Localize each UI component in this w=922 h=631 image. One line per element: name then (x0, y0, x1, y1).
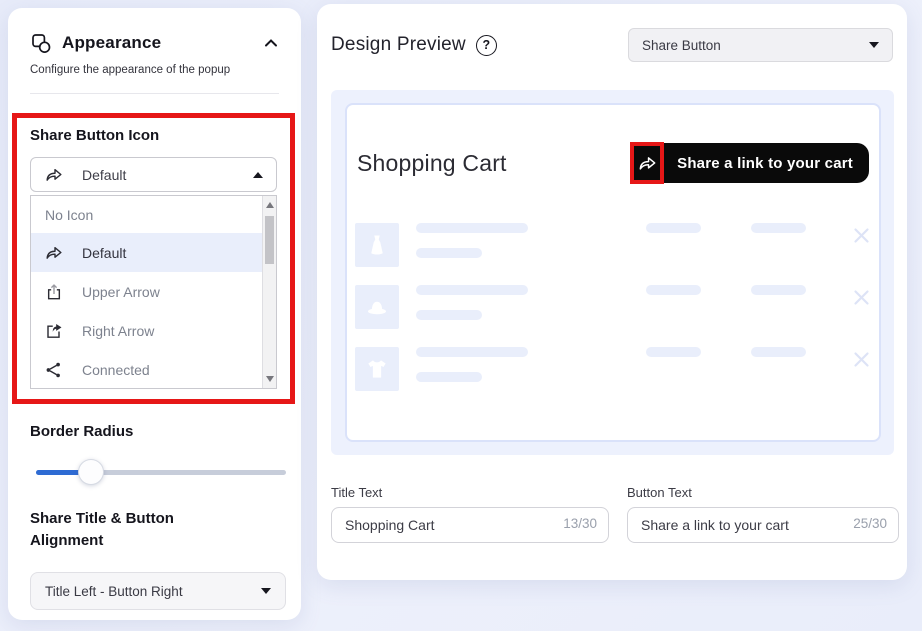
skeleton-sub-bar (416, 248, 482, 258)
option-list-scrollbar[interactable] (262, 196, 276, 388)
icon-option-list: No Icon Default Upper Arrow (30, 195, 277, 389)
share-nodes-icon (44, 360, 66, 380)
share-button-icon-heading: Share Button Icon (30, 127, 277, 144)
divider (30, 93, 279, 94)
panel-subtitle: Configure the appearance of the popup (8, 54, 301, 76)
close-icon (852, 226, 871, 245)
hat-icon (364, 294, 390, 320)
preview-type-value: Share Button (642, 38, 721, 53)
slider-thumb[interactable] (78, 459, 104, 485)
preview-share-button: Share a link to your cart (637, 143, 869, 183)
icon-select-value: Default (82, 167, 126, 183)
dress-icon (364, 232, 390, 258)
option-upper-arrow[interactable]: Upper Arrow (31, 272, 276, 311)
preview-popup-card: Shopping Cart Share a link to your cart (345, 103, 881, 442)
skeleton-qty-bar (751, 223, 806, 233)
skeleton-name-bar (416, 347, 528, 357)
caret-down-icon (869, 42, 879, 48)
alignment-heading: Share Title & Button Alignment (30, 508, 220, 552)
skeleton-price-bar (646, 223, 701, 233)
chevron-up-icon[interactable] (263, 37, 279, 49)
button-text-counter: 25/30 (853, 516, 887, 531)
preview-item-list (355, 223, 871, 409)
option-default[interactable]: Default (31, 233, 276, 272)
title-text-counter: 13/30 (563, 516, 597, 531)
preview-type-select[interactable]: Share Button (628, 28, 893, 62)
scrollbar-thumb[interactable] (265, 216, 274, 264)
item-thumbnail (355, 223, 399, 267)
design-preview-title: Design Preview (331, 34, 466, 56)
preview-share-button-label: Share a link to your cart (677, 155, 853, 172)
close-icon (852, 288, 871, 307)
appearance-panel: Appearance Configure the appearance of t… (8, 8, 301, 620)
option-right-arrow[interactable]: Right Arrow (31, 311, 276, 350)
share-icon-highlight (630, 142, 664, 184)
caret-up-icon (253, 172, 263, 178)
export-square-icon (44, 321, 66, 341)
question-circle-icon[interactable]: ? (476, 35, 497, 56)
scroll-up-icon[interactable] (266, 202, 274, 208)
alignment-select[interactable]: Title Left - Button Right (30, 572, 286, 610)
cart-title: Shopping Cart (357, 150, 507, 177)
share-forward-icon (637, 153, 658, 174)
share-forward-icon (44, 243, 66, 263)
skeleton-qty-bar (751, 285, 806, 295)
share-button-icon-highlight: Share Button Icon Default No Icon Defaul… (12, 113, 295, 404)
list-item (355, 285, 871, 329)
appearance-header: Appearance (8, 8, 301, 54)
skeleton-name-bar (416, 285, 528, 295)
alignment-select-value: Title Left - Button Right (45, 584, 183, 599)
skeleton-price-bar (646, 347, 701, 357)
shapes-icon (30, 32, 52, 54)
button-text-label: Button Text (627, 485, 692, 500)
border-radius-slider[interactable] (36, 463, 286, 481)
skeleton-name-bar (416, 223, 528, 233)
caret-down-icon (261, 588, 271, 594)
share-forward-icon (44, 165, 66, 185)
item-thumbnail (355, 285, 399, 329)
option-connected[interactable]: Connected (31, 350, 276, 389)
border-radius-heading: Border Radius (30, 423, 133, 440)
upload-box-icon (44, 282, 66, 302)
panel-title: Appearance (62, 33, 161, 53)
skeleton-price-bar (646, 285, 701, 295)
tshirt-icon (364, 356, 390, 382)
close-icon (852, 350, 871, 369)
skeleton-sub-bar (416, 310, 482, 320)
preview-panel: Shopping Cart Share a link to your cart (331, 90, 894, 455)
option-no-icon[interactable]: No Icon (31, 196, 276, 233)
list-item (355, 347, 871, 391)
scroll-down-icon[interactable] (266, 376, 274, 382)
skeleton-sub-bar (416, 372, 482, 382)
icon-select[interactable]: Default (30, 157, 277, 192)
skeleton-qty-bar (751, 347, 806, 357)
list-item (355, 223, 871, 267)
title-text-label: Title Text (331, 485, 382, 500)
item-thumbnail (355, 347, 399, 391)
design-preview-panel: Design Preview ? Share Button Shopping C… (317, 4, 907, 580)
